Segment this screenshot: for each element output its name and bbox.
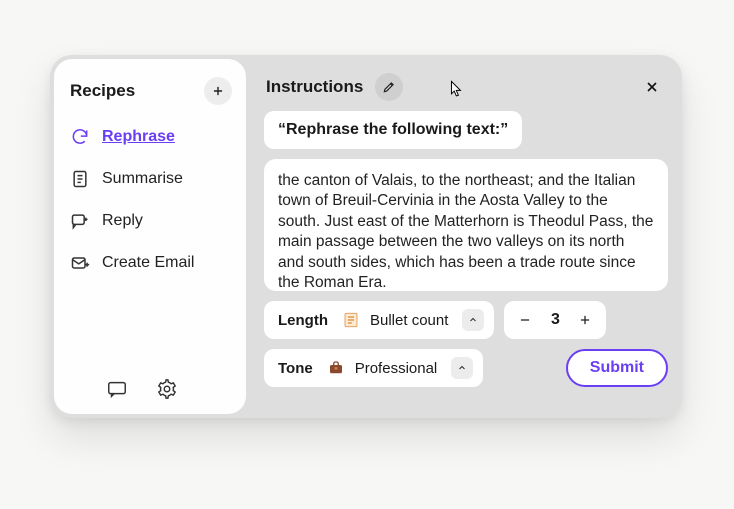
length-mode-toggle[interactable] (462, 309, 484, 331)
chevron-up-icon (456, 362, 468, 374)
sidebar-title: Recipes (70, 81, 135, 101)
main-panel: Instructions “Rephrase the following tex… (250, 55, 682, 418)
increment-button[interactable] (572, 307, 598, 333)
settings-button[interactable] (156, 378, 178, 400)
recipe-list: Rephrase Summarise Reply Create Email (64, 119, 236, 281)
pencil-icon (382, 80, 396, 94)
sidebar-item-summarise[interactable]: Summarise (64, 161, 236, 197)
sidebar-item-rephrase[interactable]: Rephrase (64, 119, 236, 155)
sidebar-item-label: Create Email (102, 254, 194, 272)
tone-control[interactable]: Tone Professional (264, 349, 483, 387)
sidebar-item-reply[interactable]: Reply (64, 203, 236, 239)
length-label: Length (278, 312, 328, 329)
app-window: Recipes Rephrase Summarise Reply Create … (50, 55, 682, 418)
page-title: Instructions (266, 77, 363, 97)
briefcase-icon (327, 359, 345, 377)
refresh-icon (70, 127, 90, 147)
plus-icon (211, 84, 225, 98)
sidebar-header: Recipes (64, 73, 236, 119)
bullet-count-value: 3 (546, 311, 564, 329)
length-control[interactable]: Length Bullet count (264, 301, 494, 339)
submit-button[interactable]: Submit (566, 349, 668, 387)
feedback-button[interactable] (106, 378, 128, 400)
add-recipe-button[interactable] (204, 77, 232, 105)
sidebar-footer (64, 370, 236, 404)
bullet-count-stepper: 3 (504, 301, 606, 339)
prompt-chip: “Rephrase the following text:” (264, 111, 522, 149)
list-icon (342, 311, 360, 329)
minus-icon (518, 313, 532, 327)
tone-label: Tone (278, 360, 313, 377)
sidebar-item-create-email[interactable]: Create Email (64, 245, 236, 281)
chevron-up-icon (467, 314, 479, 326)
doc-lines-icon (70, 169, 90, 189)
controls-row-1: Length Bullet count 3 (264, 301, 668, 339)
sidebar: Recipes Rephrase Summarise Reply Create … (54, 59, 246, 414)
controls-row-2: Tone Professional Submit (264, 349, 668, 387)
plus-icon (578, 313, 592, 327)
sidebar-item-label: Summarise (102, 170, 183, 188)
decrement-button[interactable] (512, 307, 538, 333)
close-button[interactable] (638, 73, 666, 101)
sidebar-item-label: Rephrase (102, 128, 175, 146)
sidebar-item-label: Reply (102, 212, 143, 230)
main-header: Instructions (264, 69, 668, 111)
length-mode-value: Bullet count (370, 312, 448, 329)
tone-toggle[interactable] (451, 357, 473, 379)
tone-value: Professional (355, 360, 438, 377)
source-text-input[interactable]: the canton of Valais, to the northeast; … (264, 159, 668, 291)
edit-instructions-button[interactable] (375, 73, 403, 101)
close-icon (644, 79, 660, 95)
reply-icon (70, 211, 90, 231)
mail-icon (70, 253, 90, 273)
